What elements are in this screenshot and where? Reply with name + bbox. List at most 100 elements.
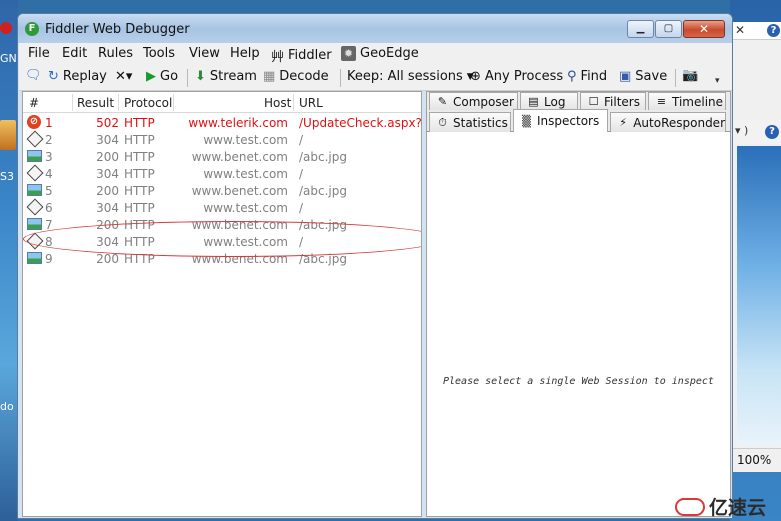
cell-host: www.benet.com	[191, 150, 288, 164]
table-row[interactable]: 3 200 HTTP www.benet.com/abc.jpg	[23, 148, 421, 165]
table-row[interactable]: 5 200 HTTP www.benet.com/abc.jpg	[23, 182, 421, 199]
column-header-number[interactable]: #	[29, 96, 39, 110]
cell-number: 1	[45, 116, 53, 130]
tab-statistics[interactable]: ⏱ Statistics	[429, 112, 511, 132]
menu-geoedge[interactable]: ✹ GeoEdge	[341, 46, 419, 61]
go-button[interactable]: ▶ Go	[146, 69, 178, 84]
table-row[interactable]: 2 304 HTTP www.test.com /	[23, 130, 421, 148]
cell-url: /	[299, 235, 304, 249]
maximize-button[interactable]: ▢	[655, 20, 682, 38]
stream-button[interactable]: ⬇ Stream	[195, 69, 257, 84]
menu-help[interactable]: Help	[230, 46, 260, 61]
close-button[interactable]: ✕	[683, 20, 725, 38]
menu-edit[interactable]: Edit	[62, 46, 87, 61]
diamond-icon	[26, 232, 44, 250]
cell-number: 3	[45, 150, 53, 164]
tab-row-bottom: ⏱ Statistics ▒ Inspectors ⚡ AutoResponder	[427, 109, 730, 132]
fiddler-app-icon: F	[25, 22, 39, 36]
cell-result: 304	[96, 235, 119, 249]
cell-url: /abc.jpg	[299, 150, 347, 164]
table-row[interactable]: 6 304 HTTP www.test.com /	[23, 198, 421, 216]
cell-result: 200	[96, 218, 119, 232]
image-icon	[27, 184, 42, 196]
table-row[interactable]: 9 200 HTTP www.benet.com/abc.jpg	[23, 250, 421, 267]
tab-inspectors[interactable]: ▒ Inspectors	[513, 109, 608, 132]
cell-result: 304	[96, 201, 119, 215]
screenshot-button[interactable]: 📷	[682, 69, 698, 83]
column-header-result[interactable]: Result	[77, 96, 114, 110]
menu-rules[interactable]: Rules	[98, 46, 133, 61]
any-process-button[interactable]: ⊕ Any Process	[470, 69, 563, 84]
cell-result: 200	[96, 184, 119, 198]
cell-protocol: HTTP	[124, 218, 155, 232]
cell-host: www.benet.com	[191, 218, 288, 232]
menu-view[interactable]: View	[189, 46, 220, 61]
cell-url: /abc.jpg	[299, 218, 347, 232]
menu-file[interactable]: File	[28, 46, 50, 61]
tab-autoresponder[interactable]: ⚡ AutoResponder	[610, 112, 726, 132]
cell-host: www.benet.com	[191, 184, 288, 198]
stopwatch-icon: ⏱	[438, 116, 447, 129]
session-list[interactable]: # Result Protocol Host URL ⊘ 1 502 HTTP www.…	[22, 91, 422, 517]
column-header-host[interactable]: Host	[264, 96, 291, 110]
geoedge-icon: ✹	[341, 46, 356, 61]
title-bar[interactable]: F Fiddler Web Debugger ▁ ▢ ✕	[18, 14, 732, 43]
dropdown-arrow-icon[interactable]: ▾ )	[735, 124, 748, 137]
cell-number: 5	[45, 184, 53, 198]
column-divider[interactable]	[72, 94, 73, 111]
menu-fiddler[interactable]: ⾋ Fiddler	[271, 46, 332, 65]
tab-log-label: Log	[544, 94, 566, 109]
tab-statistics-label: Statistics	[453, 115, 508, 130]
save-label: Save	[635, 69, 668, 84]
table-row[interactable]: 4 304 HTTP www.test.com /	[23, 164, 421, 182]
find-button[interactable]: ⚲ Find	[567, 69, 607, 84]
desktop-background	[0, 0, 18, 521]
decode-button[interactable]: ▦ Decode	[263, 69, 329, 84]
toolbar: 🗨 ↻ Replay ✕▾ ▶ Go ⬇ Stream ▦ Decode Keep: A…	[19, 65, 732, 91]
inspector-pane: ✎ Composer ▤ Log ☐ Filters ≡ Timeline ⏱ Stati…	[426, 91, 731, 517]
column-divider[interactable]	[118, 94, 119, 111]
decode-label: Decode	[279, 69, 329, 84]
menu-geoedge-label: GeoEdge	[360, 46, 419, 61]
table-row[interactable]: 7 200 HTTP www.benet.com/abc.jpg	[23, 216, 421, 233]
cell-url: /	[299, 167, 304, 181]
minimize-button[interactable]: ▁	[627, 20, 654, 38]
cell-host: www.benet.com	[191, 252, 288, 266]
fiddler-menu-icon: ⾋	[271, 50, 285, 65]
cell-number: 4	[45, 167, 53, 181]
cell-protocol: HTTP	[124, 184, 155, 198]
table-row[interactable]: ⊘ 1 502 HTTP www.telerik.com/UpdateCheck.asp…	[23, 114, 421, 131]
remove-button[interactable]: ✕▾	[115, 69, 132, 84]
save-button[interactable]: ▣ Save	[619, 69, 667, 84]
tab-log[interactable]: ▤ Log	[520, 92, 578, 110]
cell-url: /	[299, 201, 304, 215]
table-row[interactable]: 8 304 HTTP www.test.com /	[23, 232, 421, 250]
help-icon[interactable]: ?	[765, 125, 779, 139]
column-header-url[interactable]: URL	[299, 96, 323, 110]
image-icon	[27, 150, 42, 162]
zoom-level[interactable]: 100%	[733, 448, 781, 472]
play-icon: ▶	[146, 68, 156, 84]
column-header-protocol[interactable]: Protocol	[124, 96, 172, 110]
tab-timeline[interactable]: ≡ Timeline	[648, 92, 726, 110]
cell-result: 304	[96, 133, 119, 147]
keep-sessions-dropdown[interactable]: Keep: All sessions ▼	[347, 69, 474, 84]
image-icon	[27, 218, 42, 230]
lightning-icon: ⚡	[619, 116, 627, 129]
menu-tools[interactable]: Tools	[143, 46, 175, 61]
close-icon[interactable]: ✕	[735, 23, 745, 37]
background-tab-strip: ✕ ?	[731, 22, 781, 40]
cell-host: www.telerik.com	[188, 116, 288, 130]
tab-composer[interactable]: ✎ Composer	[429, 92, 518, 110]
replay-button[interactable]: ↻ Replay	[48, 69, 107, 84]
watermark-logo-icon	[675, 497, 705, 516]
column-divider[interactable]	[293, 94, 294, 111]
cell-result: 502	[96, 116, 119, 130]
background-photo	[737, 146, 781, 446]
column-divider[interactable]	[173, 94, 174, 111]
help-icon[interactable]: ?	[767, 24, 780, 37]
toolbar-overflow-icon[interactable]: ▾	[715, 76, 720, 86]
menu-bar: File Edit Rules Tools View Help ⾋ Fiddle…	[19, 43, 732, 65]
tab-filters[interactable]: ☐ Filters	[580, 92, 646, 110]
comment-button[interactable]: 🗨	[25, 69, 42, 83]
